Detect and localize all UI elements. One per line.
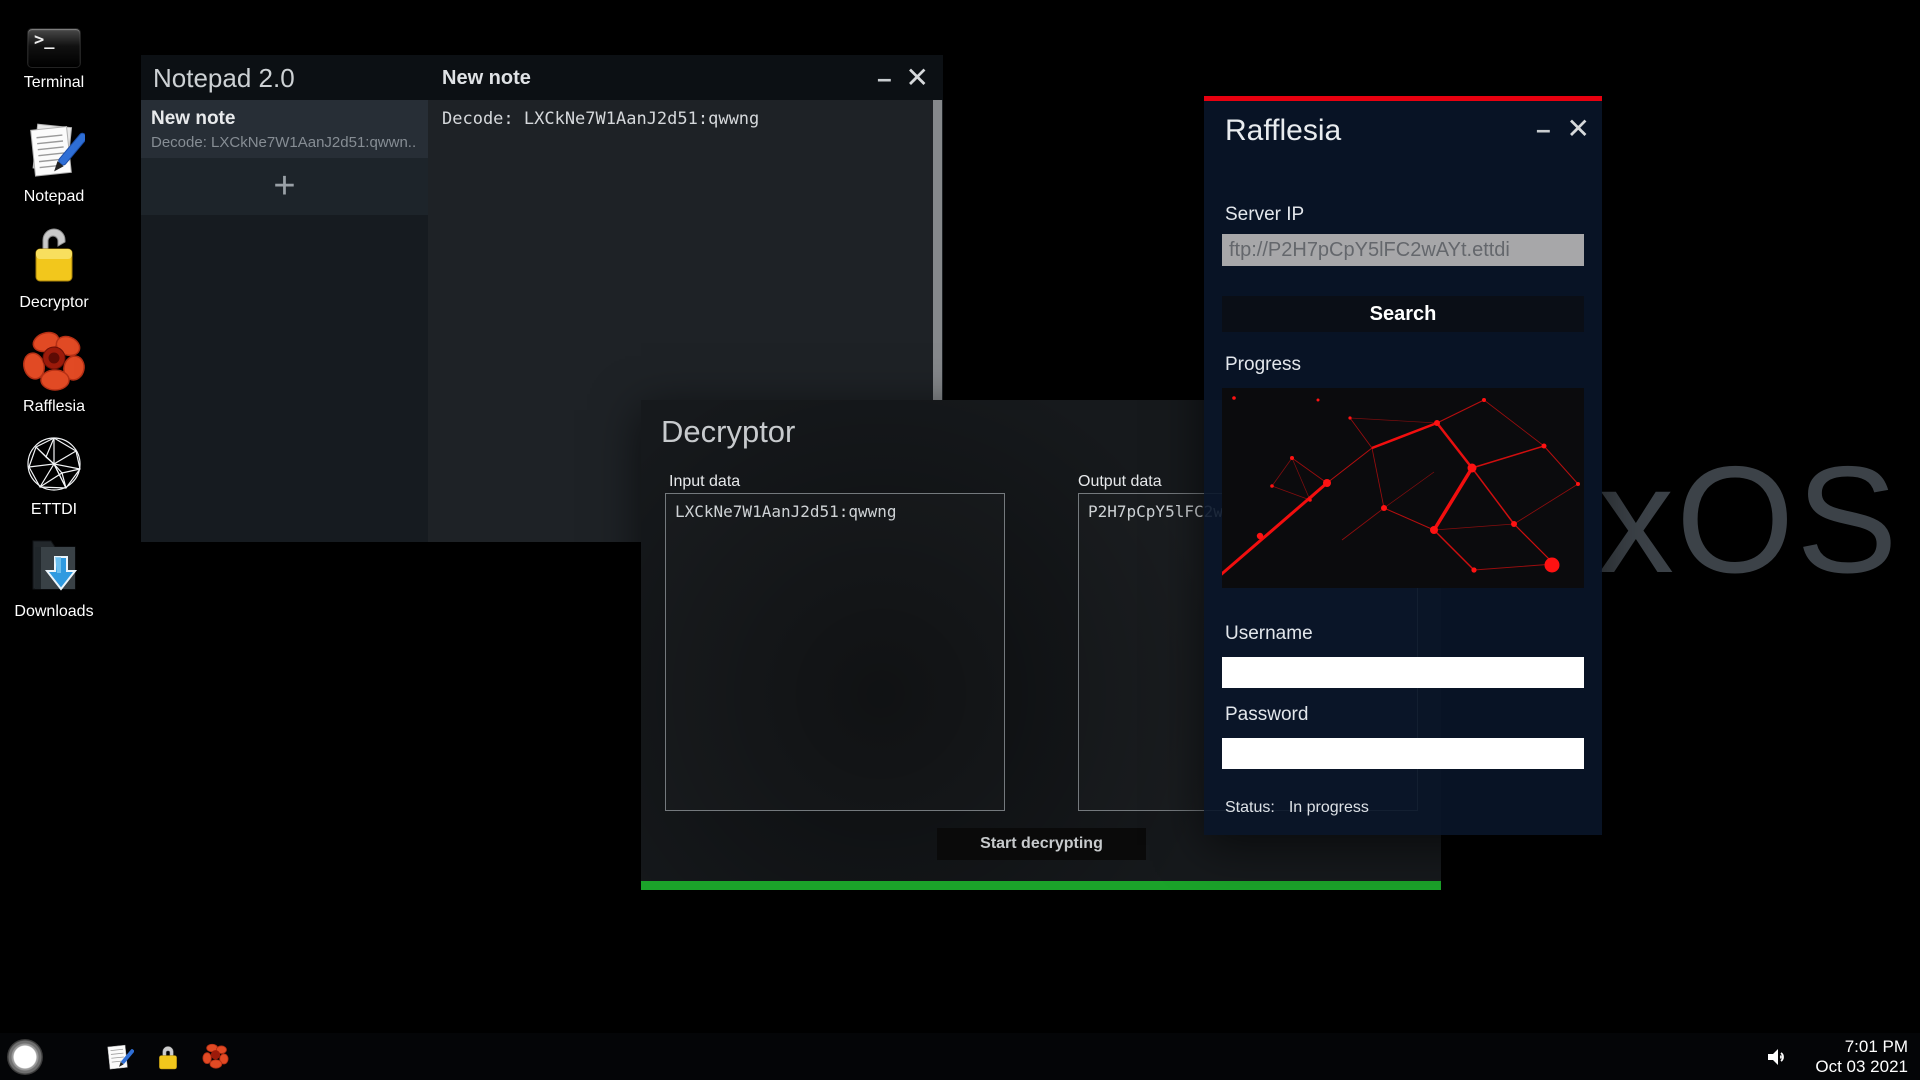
add-note-button[interactable]: +	[141, 158, 428, 215]
desktop-icon-ettdi[interactable]: ETTDI	[8, 433, 100, 519]
input-data-textarea[interactable]: LXCkNe7W1AanJ2d51:qwwng	[665, 493, 1005, 811]
output-data-label: Output data	[1078, 473, 1162, 491]
close-icon[interactable]: ✕	[1567, 116, 1590, 142]
note-title: New note	[151, 108, 416, 130]
password-label: Password	[1225, 704, 1308, 726]
notepad-titlebar[interactable]: Notepad 2.0 New note – ✕	[141, 55, 943, 100]
taskbar-decryptor-lock-icon[interactable]	[156, 1044, 180, 1070]
downloads-folder-icon	[25, 533, 83, 597]
taskbar-rafflesia-icon[interactable]	[202, 1043, 229, 1069]
notepad-sidebar: New note Decode: LXCkNe7W1AanJ2d51:qwwn.…	[141, 100, 428, 542]
progress-label: Progress	[1225, 354, 1301, 376]
notepad-icon	[23, 120, 85, 182]
desktop-icon-notepad[interactable]: Notepad	[8, 120, 100, 206]
username-input[interactable]	[1222, 657, 1584, 688]
note-list-item[interactable]: New note Decode: LXCkNe7W1AanJ2d51:qwwn.…	[141, 100, 428, 158]
plexus-network-image	[1222, 388, 1584, 588]
minimize-icon[interactable]: –	[1536, 119, 1550, 139]
decrypt-progress-bar	[641, 881, 1441, 890]
rafflesia-window-title: Rafflesia	[1225, 114, 1341, 148]
note-content: Decode: LXCkNe7W1AanJ2d51:qwwng	[428, 100, 943, 138]
desktop-icon-label: Notepad	[24, 188, 85, 206]
status-value: In progress	[1289, 799, 1369, 816]
taskbar-notepad-icon[interactable]	[104, 1042, 134, 1072]
start-button[interactable]	[7, 1039, 43, 1075]
input-data-label: Input data	[669, 473, 740, 491]
notepad-tab-title: New note	[442, 67, 531, 90]
rafflesia-flower-icon	[22, 330, 86, 392]
server-ip-label: Server IP	[1225, 204, 1304, 226]
window-accent-bar	[1204, 96, 1602, 101]
wireframe-globe-icon	[24, 433, 84, 495]
terminal-icon: >_	[27, 28, 81, 68]
padlock-open-icon	[29, 222, 79, 288]
status-row: Status: In progress	[1225, 799, 1369, 817]
desktop-icon-label: ETTDI	[31, 501, 77, 519]
note-preview: Decode: LXCkNe7W1AanJ2d51:qwwn...	[151, 134, 416, 151]
username-label: Username	[1225, 623, 1313, 645]
volume-icon[interactable]	[1765, 1046, 1789, 1068]
taskbar-clock[interactable]: 7:01 PM Oct 03 2021	[1815, 1037, 1908, 1076]
desktop: xOS >_ Terminal	[0, 0, 1920, 1080]
minimize-icon[interactable]: –	[877, 68, 891, 88]
notepad-window-title: Notepad 2.0	[153, 63, 295, 94]
clock-time: 7:01 PM	[1815, 1037, 1908, 1057]
os-watermark: xOS	[1598, 444, 1900, 596]
desktop-icon-label: Terminal	[24, 74, 84, 92]
close-icon[interactable]: ✕	[906, 65, 929, 91]
start-decrypting-button[interactable]: Start decrypting	[937, 828, 1146, 860]
server-ip-input[interactable]	[1222, 234, 1584, 266]
taskbar: 7:01 PM Oct 03 2021	[0, 1033, 1920, 1080]
rafflesia-window: Rafflesia – ✕ Server IP Search Progress	[1204, 96, 1602, 835]
password-input[interactable]	[1222, 738, 1584, 769]
desktop-icon-decryptor[interactable]: Decryptor	[8, 222, 100, 312]
desktop-icon-label: Rafflesia	[23, 398, 85, 416]
desktop-icon-label: Decryptor	[19, 294, 88, 312]
desktop-icon-rafflesia[interactable]: Rafflesia	[8, 330, 100, 416]
status-label: Status:	[1225, 799, 1275, 816]
clock-date: Oct 03 2021	[1815, 1057, 1908, 1077]
desktop-icon-terminal[interactable]: >_ Terminal	[8, 28, 100, 92]
search-button[interactable]: Search	[1222, 296, 1584, 332]
desktop-icon-downloads[interactable]: Downloads	[8, 533, 100, 621]
desktop-icon-label: Downloads	[14, 603, 93, 621]
decryptor-window-title: Decryptor	[661, 414, 795, 450]
